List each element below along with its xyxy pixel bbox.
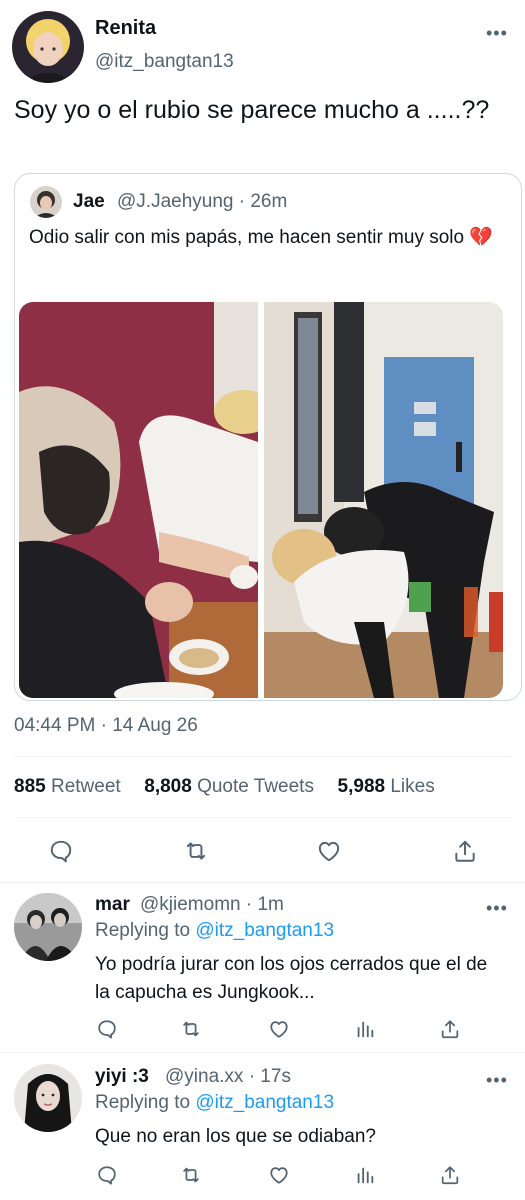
divider [14,817,511,818]
analytics-button[interactable] [352,1016,378,1042]
more-dots-icon[interactable]: ••• [486,1071,508,1089]
divider [14,756,511,757]
quotes-count[interactable]: 8,808 [144,776,192,797]
speech-bubble-icon [98,1020,116,1039]
quotes-label[interactable]: Quote Tweets [197,776,314,797]
heart-outline-icon [270,1021,288,1038]
author-name[interactable]: Renita [95,17,156,40]
share-upload-icon [441,1020,459,1039]
replying-to-prefix: Replying to [95,920,191,941]
retweets-count[interactable]: 885 [14,776,46,797]
replying-to: Replying to @itz_bangtan13 [95,920,334,942]
divider [0,1052,525,1053]
reply-text: Que no eran los que se odiaban? [95,1126,376,1147]
share-upload-icon [455,840,475,862]
quoted-tweet-card[interactable]: Jae @J.Jaehyung · 26m Odio salir con mis… [14,173,522,701]
likes-count[interactable]: 5,988 [338,776,386,797]
like-button[interactable] [314,836,344,866]
reply-button[interactable] [94,1162,120,1188]
reply-button[interactable] [46,836,76,866]
share-button[interactable] [450,836,480,866]
quoted-photo-right[interactable] [264,302,503,698]
divider [0,882,525,883]
like-button[interactable] [266,1016,292,1042]
reply-author-name[interactable]: mar [95,894,130,916]
quoted-author-avatar [30,186,62,218]
replying-to: Replying to @itz_bangtan13 [95,1092,334,1114]
retweet-arrows-icon [183,1167,199,1183]
retweet-button[interactable] [176,1016,206,1042]
reply-avatar[interactable] [14,893,82,961]
quoted-tweet-text: Odio salir con mis papás, me hacen senti… [29,227,494,248]
reply-author-name[interactable]: yiyi :3 [95,1066,149,1088]
heart-outline-icon [318,841,340,862]
likes-label[interactable]: Likes [390,776,434,797]
reply-button[interactable] [94,1016,120,1042]
bar-chart-icon [357,1167,374,1184]
tweet-text: Soy yo o el rubio se parece mucho a ....… [14,96,490,124]
share-button[interactable] [437,1162,463,1188]
heart-outline-icon [270,1167,288,1184]
reply-avatar[interactable] [14,1064,82,1132]
reply-author-handle-time[interactable]: @yina.xx · 17s [165,1066,291,1088]
quoted-photo-left[interactable] [19,302,258,698]
replying-to-prefix: Replying to [95,1092,191,1113]
retweet-button[interactable] [179,836,213,866]
replying-to-mention[interactable]: @itz_bangtan13 [195,1092,334,1113]
author-handle[interactable]: @itz_bangtan13 [95,51,234,73]
quoted-media-grid[interactable] [19,302,503,698]
retweets-label[interactable]: Retweet [51,776,121,797]
share-upload-icon [441,1166,459,1185]
more-dots-icon[interactable]: ••• [486,899,508,917]
retweet-button[interactable] [176,1162,206,1188]
share-button[interactable] [437,1016,463,1042]
retweet-arrows-icon [183,1021,199,1037]
tweet-timestamp[interactable]: 04:44 PM · 14 Aug 26 [14,715,198,737]
reply-text: Yo podría jurar con los ojos cerrados qu… [95,954,488,1003]
like-button[interactable] [266,1162,292,1188]
retweet-arrows-icon [186,842,206,860]
more-dots-icon[interactable]: ••• [486,24,508,42]
reply-author-handle-time[interactable]: @kjiemomn · 1m [140,894,284,916]
tweet-stats: 885 Retweet 8,808 Quote Tweets 5,988 Lik… [14,776,435,798]
author-avatar[interactable] [12,11,84,83]
quoted-author-name: Jae [73,191,105,212]
analytics-button[interactable] [352,1162,378,1188]
bar-chart-icon [357,1021,374,1038]
quoted-author-handle-time: @J.Jaehyung · 26m [117,191,288,212]
speech-bubble-icon [50,840,72,863]
speech-bubble-icon [98,1166,116,1185]
replying-to-mention[interactable]: @itz_bangtan13 [195,920,334,941]
